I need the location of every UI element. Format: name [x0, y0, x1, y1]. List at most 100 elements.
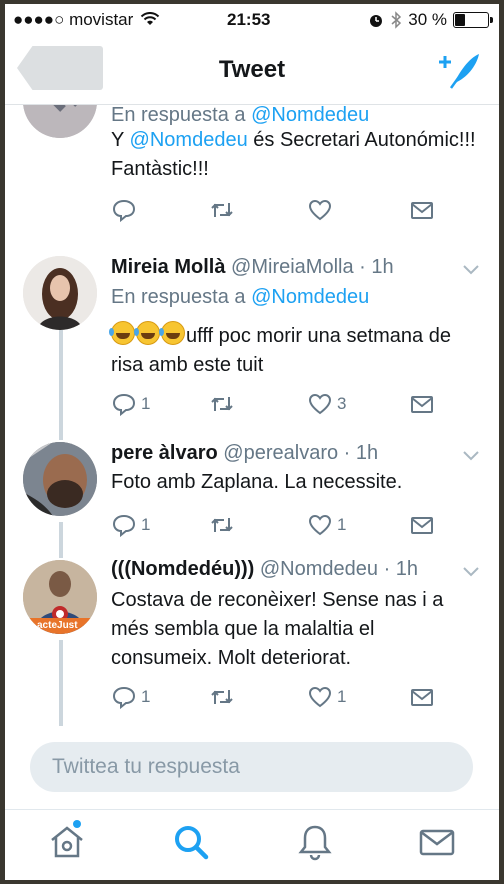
- wifi-icon: [140, 12, 160, 25]
- tweet-time: · 1h: [383, 558, 419, 580]
- envelope-icon: [411, 689, 433, 706]
- tweet[interactable]: pere àlvaro @perealvaro · 1h Foto amb Za…: [5, 430, 499, 544]
- reply-icon: [112, 686, 136, 710]
- tweet-time: · 1h: [343, 442, 379, 464]
- tweet-header: Mireia Mollà @MireiaMolla · 1h: [111, 256, 394, 279]
- home-icon: [51, 826, 83, 858]
- avatar[interactable]: [23, 104, 97, 138]
- retweet-icon: [211, 203, 233, 217]
- retweet-icon: [211, 518, 233, 532]
- display-name[interactable]: Mireia Mollà: [111, 256, 225, 278]
- like-count: 1: [337, 687, 347, 706]
- reply-icon: [112, 199, 136, 223]
- battery-fill: [455, 14, 466, 26]
- tweet[interactable]: Mireia Mollà @MireiaMolla · 1h En respue…: [5, 238, 499, 431]
- tab-bar: [5, 809, 499, 880]
- display-name[interactable]: (((Nomdedéu))): [111, 558, 254, 580]
- tweet[interactable]: En respuesta a @Nomdedeu Y @Nomdedeu és …: [5, 104, 499, 239]
- like-count: 1: [337, 515, 347, 534]
- envelope-icon: [411, 396, 433, 413]
- tweet-time: · 1h: [359, 256, 394, 278]
- reply-button[interactable]: 1: [111, 510, 150, 540]
- avatar[interactable]: [23, 256, 97, 330]
- like-count: 3: [337, 394, 347, 413]
- dm-button[interactable]: [409, 682, 435, 712]
- avatar-caption: acteJust: [37, 620, 78, 631]
- like-button[interactable]: 3: [307, 389, 346, 419]
- laughing-emoji-icon: [159, 321, 185, 345]
- tab-search[interactable]: [171, 822, 215, 866]
- notifications-icon: [298, 825, 332, 861]
- like-button[interactable]: 1: [307, 682, 346, 712]
- tweet-text: Y @Nomdedeu és Secretari Autonómic!!! Fa…: [111, 129, 476, 180]
- compose-tweet-icon[interactable]: [439, 50, 483, 90]
- thread-line: [59, 430, 63, 440]
- status-right: 30 %: [368, 10, 493, 30]
- thread-line: [59, 330, 63, 430]
- clock: 21:53: [227, 10, 271, 29]
- dm-button[interactable]: [409, 389, 435, 419]
- like-button[interactable]: [307, 195, 337, 225]
- chevron-down-icon[interactable]: [463, 566, 479, 578]
- tab-messages[interactable]: [417, 822, 461, 866]
- tab-notifications[interactable]: [295, 822, 339, 866]
- tweet-text: ufff poc morir una setmana de risa amb e…: [109, 321, 481, 380]
- like-button[interactable]: 1: [307, 510, 346, 540]
- reply-composer[interactable]: [30, 742, 473, 792]
- heart-icon: [308, 514, 332, 536]
- tweet[interactable]: acteJust (((Nomdedéu))) @Nomdedeu · 1h C…: [5, 544, 499, 726]
- reply-to-handle[interactable]: @Nomdedeu: [251, 104, 369, 126]
- display-name[interactable]: pere àlvaro: [111, 442, 218, 464]
- carrier-label: ●●●●○ movistar: [13, 10, 160, 30]
- tweet-actions: 1 3: [111, 389, 441, 419]
- heart-icon: [308, 199, 332, 221]
- reply-count: 1: [141, 394, 151, 413]
- tweet-actions: 1 1: [111, 510, 441, 540]
- user-handle[interactable]: @Nomdedeu: [260, 558, 378, 580]
- dm-button[interactable]: [409, 195, 435, 225]
- reply-icon: [112, 393, 136, 417]
- mention-link[interactable]: @Nomdedeu: [130, 129, 248, 151]
- tweet-header: (((Nomdedéu))) @Nomdedeu · 1h: [111, 558, 418, 581]
- avatar[interactable]: [23, 442, 97, 516]
- tweet-text: Costava de reconèixer! Sense nas i a més…: [111, 589, 444, 669]
- heart-icon: [308, 393, 332, 415]
- reply-to-label: En respuesta a @Nomdedeu: [111, 286, 370, 308]
- reply-button[interactable]: 1: [111, 389, 150, 419]
- laughing-emoji-icon: [109, 321, 135, 345]
- tweet-text: Foto amb Zaplana. La necessite.: [111, 471, 403, 493]
- reply-count: 1: [141, 687, 151, 706]
- tweet-header: pere àlvaro @perealvaro · 1h: [111, 442, 378, 465]
- avatar[interactable]: acteJust: [23, 560, 97, 634]
- reply-button[interactable]: [111, 195, 141, 225]
- reply-icon: [112, 514, 136, 538]
- dm-button[interactable]: [409, 510, 435, 540]
- envelope-icon: [411, 202, 433, 219]
- reply-to-handle[interactable]: @Nomdedeu: [251, 286, 369, 308]
- retweet-button[interactable]: [209, 389, 235, 419]
- search-icon: [175, 826, 209, 860]
- envelope-icon: [411, 517, 433, 534]
- chevron-down-icon[interactable]: [463, 450, 479, 462]
- replies-feed[interactable]: En respuesta a @Nomdedeu Y @Nomdedeu és …: [5, 104, 499, 726]
- tweet-actions: [111, 195, 441, 225]
- page-title: Tweet: [218, 56, 286, 83]
- avatar-image: [23, 256, 97, 330]
- user-handle[interactable]: @perealvaro: [223, 442, 338, 464]
- avatar-image: [23, 442, 97, 516]
- reply-button[interactable]: 1: [111, 682, 150, 712]
- tab-home[interactable]: [47, 820, 91, 866]
- status-bar: ●●●●○ movistar 21:53 30 %: [5, 4, 499, 36]
- retweet-icon: [211, 397, 233, 411]
- battery-icon: [453, 12, 493, 28]
- chevron-down-icon[interactable]: [463, 264, 479, 276]
- retweet-button[interactable]: [209, 195, 235, 225]
- user-handle[interactable]: @MireiaMolla: [231, 256, 354, 278]
- retweet-button[interactable]: [209, 682, 235, 712]
- battery-percent: 30 %: [408, 10, 447, 29]
- thread-line: [59, 640, 63, 726]
- nav-bar: Tweet: [5, 36, 499, 105]
- retweet-button[interactable]: [209, 510, 235, 540]
- avatar-image: [23, 104, 97, 138]
- reply-input[interactable]: [30, 742, 452, 792]
